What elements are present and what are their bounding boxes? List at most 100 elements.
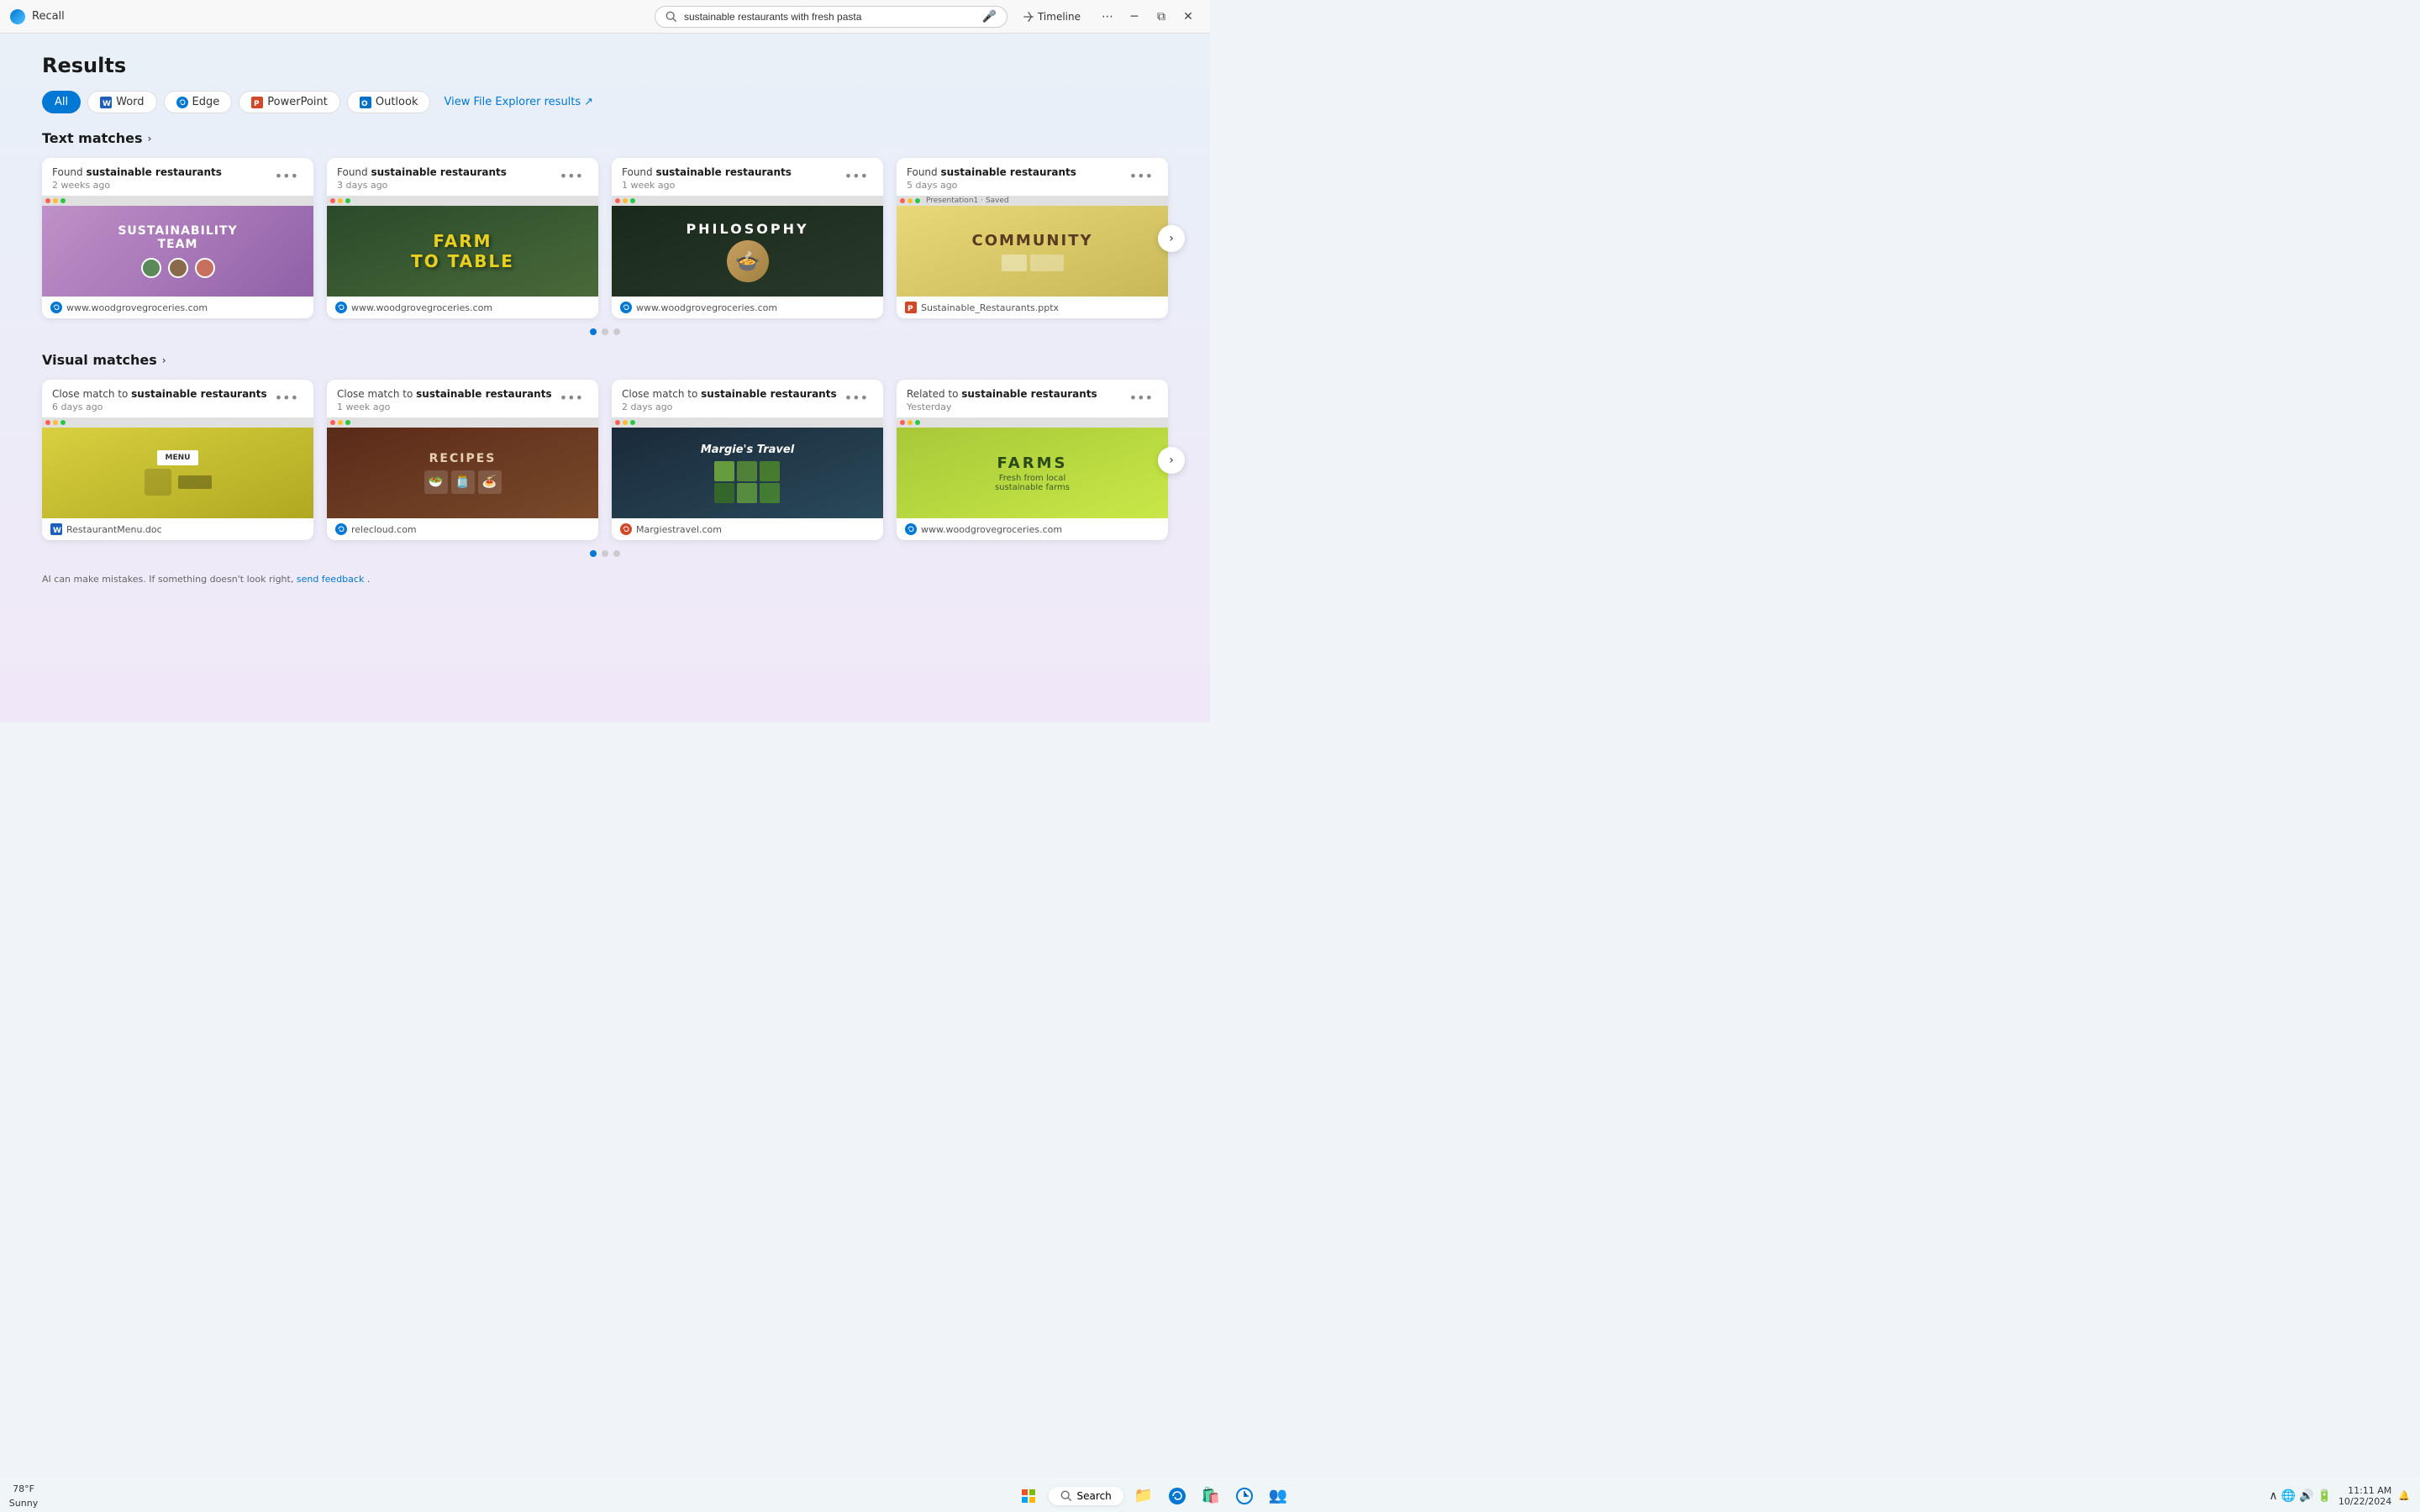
filter-powerpoint-label: PowerPoint [267, 96, 328, 108]
visual-matches-dot-2[interactable] [602, 550, 608, 557]
edge-favicon-vm2 [335, 523, 347, 535]
taskbar-search-label: Search [1077, 1490, 1112, 1502]
text-matches-dot-3[interactable] [613, 328, 620, 335]
vm-card-header-1: Close match to sustainable restaurants 6… [42, 380, 313, 417]
text-matches-header[interactable]: Text matches › [42, 130, 1168, 146]
vm-card-title-1: Close match to sustainable restaurants [52, 388, 270, 400]
card-menu-4[interactable]: ••• [1124, 166, 1158, 186]
svg-text:W: W [103, 100, 111, 108]
notification-icon[interactable]: 🔔 [2398, 1490, 2410, 1501]
text-matches-dots [42, 328, 1168, 335]
card-menu-3[interactable]: ••• [839, 166, 873, 186]
text-matches-dot-2[interactable] [602, 328, 608, 335]
vm-card-time-2: 1 week ago [337, 402, 555, 412]
vm-card-menu-1[interactable]: ••• [270, 388, 303, 407]
text-match-card-1[interactable]: Found sustainable restaurants 2 weeks ag… [42, 158, 313, 318]
vm-card-image-4: FARMS Fresh from localsustainable farms [897, 417, 1168, 518]
visual-matches-section: Visual matches › Close match to sustaina… [42, 352, 1168, 557]
taskbar-center: Search 📁 🛍️ 👥 [37, 1483, 2269, 1509]
vm-card-header-2: Close match to sustainable restaurants 1… [327, 380, 598, 417]
visual-match-card-1[interactable]: Close match to sustainable restaurants 6… [42, 380, 313, 540]
search-input[interactable] [684, 11, 976, 23]
edge-icon [176, 97, 188, 108]
card-time-4: 5 days ago [907, 180, 1124, 191]
card-title-1: Found sustainable restaurants [52, 166, 270, 178]
filter-outlook[interactable]: O Outlook [347, 91, 431, 113]
battery-icon[interactable]: 🔋 [2317, 1489, 2331, 1503]
taskbar-search-button[interactable]: Search [1049, 1487, 1123, 1505]
vm-card-menu-4[interactable]: ••• [1124, 388, 1158, 407]
taskbar-edge[interactable] [1164, 1483, 1191, 1509]
powerpoint-favicon-4: P [905, 302, 917, 313]
taskbar-explorer[interactable]: 📁 [1130, 1483, 1157, 1509]
card-source-2: www.woodgrovegroceries.com [351, 302, 492, 313]
text-match-card-3[interactable]: Found sustainable restaurants 1 week ago… [612, 158, 883, 318]
filter-powerpoint[interactable]: P PowerPoint [239, 91, 340, 113]
taskbar-teams[interactable]: 👥 [1265, 1483, 1292, 1509]
filter-word[interactable]: W Word [87, 91, 156, 113]
weather-condition: Sunny [9, 1498, 38, 1509]
vm-card-time-1: 6 days ago [52, 402, 270, 412]
vm-card-menu-2[interactable]: ••• [555, 388, 588, 407]
card-title-4: Found sustainable restaurants [907, 166, 1124, 178]
minimize-button[interactable]: ─ [1123, 5, 1146, 29]
edge-favicon-vm4 [905, 523, 917, 535]
network-icon[interactable]: 🌐 [2281, 1489, 2296, 1503]
taskbar-date-display: 10/22/2024 [2338, 1496, 2391, 1507]
text-matches-dot-1[interactable] [590, 328, 597, 335]
visual-matches-dot-3[interactable] [613, 550, 620, 557]
visual-match-card-3[interactable]: Close match to sustainable restaurants 2… [612, 380, 883, 540]
vm-card-footer-1: W RestaurantMenu.doc [42, 518, 313, 540]
send-feedback-link[interactable]: send feedback [297, 574, 367, 585]
filter-edge[interactable]: Edge [164, 91, 233, 113]
word-icon: W [100, 97, 112, 108]
sound-icon[interactable]: 🔊 [2299, 1489, 2313, 1503]
view-file-explorer-link[interactable]: View File Explorer results ↗ [444, 96, 593, 108]
taskbar-clock[interactable]: 11:11 AM 10/22/2024 [2338, 1485, 2391, 1507]
card-title-3: Found sustainable restaurants [622, 166, 839, 178]
card-menu-2[interactable]: ••• [555, 166, 588, 186]
taskbar-windows-start[interactable] [1015, 1483, 1042, 1509]
windows-start-icon [1022, 1489, 1035, 1503]
vm-card-source-2: relecloud.com [351, 524, 417, 535]
card-footer-2: www.woodgrovegroceries.com [327, 297, 598, 318]
vm-card-menu-3[interactable]: ••• [839, 388, 873, 407]
text-match-card-2[interactable]: Found sustainable restaurants 3 days ago… [327, 158, 598, 318]
taskbar-weather[interactable]: 78°F Sunny [10, 1483, 37, 1509]
text-matches-label: Text matches [42, 130, 143, 146]
card-header-1: Found sustainable restaurants 2 weeks ag… [42, 158, 313, 196]
microphone-icon[interactable]: 🎤 [982, 10, 997, 24]
visual-match-card-2[interactable]: Close match to sustainable restaurants 1… [327, 380, 598, 540]
visual-matches-next-button[interactable]: › [1158, 447, 1185, 474]
text-matches-next-button[interactable]: › [1158, 225, 1185, 252]
vm-card-source-1: RestaurantMenu.doc [66, 524, 162, 535]
card-source-3: www.woodgrovegroceries.com [636, 302, 777, 313]
chevron-up-icon[interactable]: ∧ [2269, 1489, 2277, 1503]
timeline-button[interactable]: Timeline [1014, 8, 1089, 26]
text-match-card-4[interactable]: Found sustainable restaurants 5 days ago… [897, 158, 1168, 318]
system-tray-icons: ∧ 🌐 🔊 🔋 [2269, 1489, 2332, 1503]
card-time-2: 3 days ago [337, 180, 555, 191]
weather-widget: 78°F Sunny [9, 1483, 38, 1509]
visual-match-card-4[interactable]: Related to sustainable restaurants Yeste… [897, 380, 1168, 540]
ai-disclaimer-text: AI can make mistakes. If something doesn… [42, 574, 293, 585]
search-bar[interactable]: 🎤 [655, 6, 1007, 28]
search-icon [666, 11, 677, 23]
vm-card-image-3: Margie's Travel [612, 417, 883, 518]
more-button[interactable]: ⋯ [1096, 5, 1119, 29]
filter-word-label: Word [116, 96, 144, 108]
filter-all[interactable]: All [42, 91, 81, 113]
card-footer-4: P Sustainable_Restaurants.pptx [897, 297, 1168, 318]
taskbar-recall[interactable] [1231, 1483, 1258, 1509]
restore-button[interactable]: ⧉ [1150, 5, 1173, 29]
edge-favicon-3 [620, 302, 632, 313]
visual-matches-dot-1[interactable] [590, 550, 597, 557]
taskbar-store[interactable]: 🛍️ [1197, 1483, 1224, 1509]
vm-card-time-3: 2 days ago [622, 402, 839, 412]
card-menu-1[interactable]: ••• [270, 166, 303, 186]
view-file-label: View File Explorer results [444, 96, 581, 108]
timeline-label: Timeline [1038, 11, 1081, 23]
filter-edge-label: Edge [192, 96, 220, 108]
visual-matches-header[interactable]: Visual matches › [42, 352, 1168, 368]
close-button[interactable]: ✕ [1176, 5, 1200, 29]
